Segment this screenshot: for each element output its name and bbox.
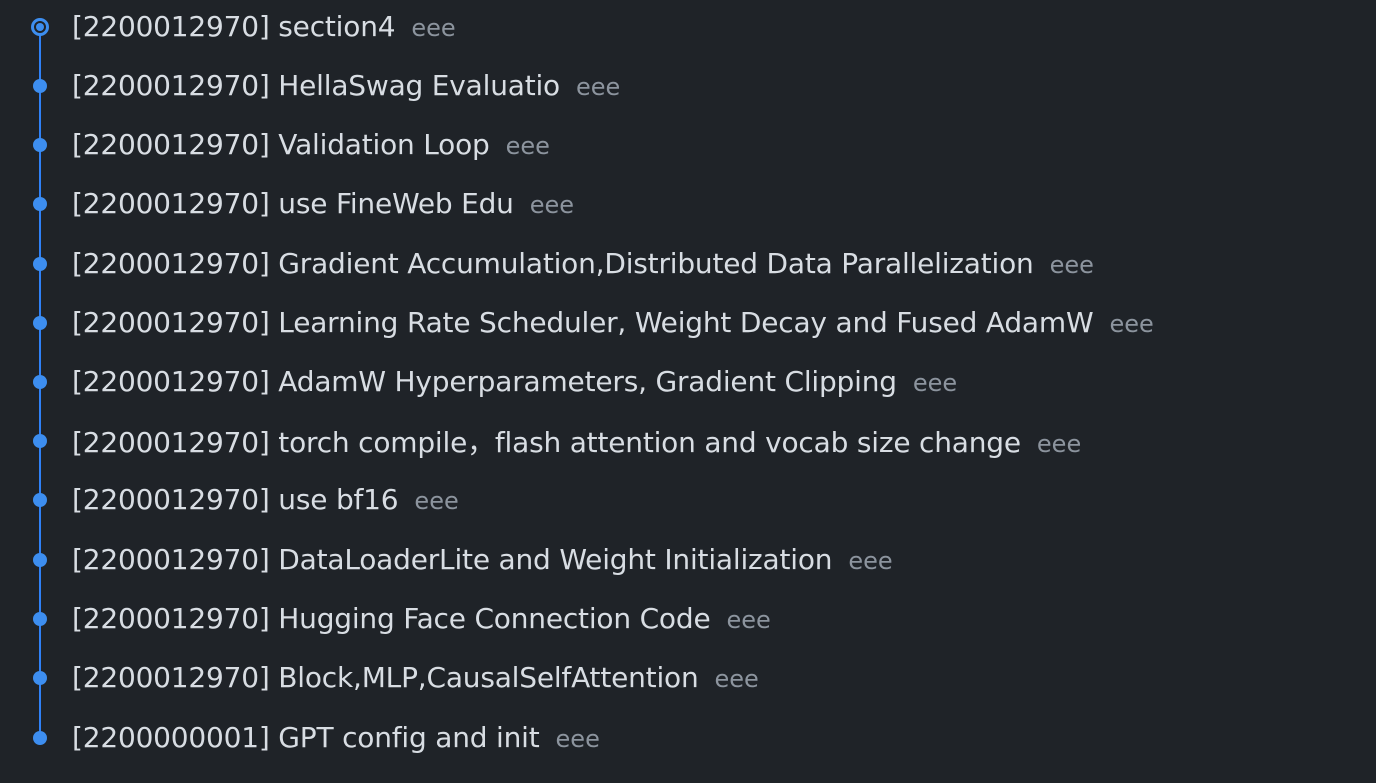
commit-author: eee bbox=[411, 14, 456, 42]
commit-node-icon bbox=[30, 313, 50, 333]
commit-node-icon bbox=[30, 550, 50, 570]
commit-message: [2200012970] HellaSwag Evaluatio bbox=[72, 69, 560, 102]
commit-author: eee bbox=[1036, 429, 1082, 458]
commit-node-icon bbox=[30, 431, 50, 451]
commit-message: [2200012970] Hugging Face Connection Cod… bbox=[72, 602, 711, 635]
commit-message: [2200012970] Validation Loop bbox=[72, 128, 490, 161]
commit-author: eee bbox=[1049, 251, 1094, 279]
commit-node-icon bbox=[30, 194, 50, 214]
commit-row[interactable]: [2200012970] use bf16 eee bbox=[0, 470, 1376, 529]
commit-author: eee bbox=[912, 369, 958, 397]
commit-author: eee bbox=[555, 725, 600, 753]
commit-graph: [2200012970] section4 eee [2200012970] H… bbox=[0, 0, 1376, 783]
commit-message: [2200012970] Block,MLP,CausalSelfAttenti… bbox=[72, 661, 699, 694]
commit-author: eee bbox=[714, 665, 759, 693]
commit-message: [2200012970] use bf16 bbox=[72, 483, 399, 516]
commit-node-icon bbox=[30, 135, 50, 155]
commit-node-icon bbox=[30, 372, 50, 392]
commit-node-icon bbox=[30, 76, 50, 96]
commit-row[interactable]: [2200012970] use FineWeb Edu eee bbox=[0, 174, 1376, 233]
commit-row[interactable]: [2200012970] Gradient Accumulation,Distr… bbox=[0, 234, 1376, 293]
commit-node-icon bbox=[30, 254, 50, 274]
commit-author: eee bbox=[726, 606, 771, 634]
commit-message: [2200012970] section4 bbox=[72, 10, 396, 43]
commit-row[interactable]: [2200012970] Hugging Face Connection Cod… bbox=[0, 589, 1376, 648]
commit-row[interactable]: [2200012970] HellaSwag Evaluatio eee bbox=[0, 56, 1376, 115]
commit-node-icon bbox=[30, 668, 50, 688]
commit-row[interactable]: [2200012970] section4 eee bbox=[0, 0, 1376, 56]
commit-message: [2200012970] DataLoaderLite and Weight I… bbox=[72, 543, 833, 576]
commit-node-icon bbox=[30, 728, 50, 748]
commit-row[interactable]: [2200012970] Validation Loop eee bbox=[0, 115, 1376, 174]
commit-message: [2200000001] GPT config and init bbox=[72, 721, 540, 754]
commit-node-icon bbox=[30, 609, 50, 629]
commit-author: eee bbox=[505, 132, 550, 160]
commit-author: eee bbox=[848, 547, 893, 575]
commit-row[interactable]: [2200012970] torch compile，flash attenti… bbox=[0, 411, 1376, 470]
commit-message: [2200012970] torch compile，flash attenti… bbox=[72, 425, 1021, 459]
commit-author: eee bbox=[414, 487, 459, 515]
commit-row[interactable]: [2200012970] DataLoaderLite and Weight I… bbox=[0, 530, 1376, 589]
commit-author: eee bbox=[1109, 310, 1154, 338]
commit-message: [2200012970] AdamW Hyperparameters, Grad… bbox=[72, 365, 897, 398]
commit-node-icon bbox=[30, 490, 50, 510]
commit-message: [2200012970] Learning Rate Scheduler, We… bbox=[72, 306, 1094, 339]
commit-row[interactable]: [2200012970] Block,MLP,CausalSelfAttenti… bbox=[0, 648, 1376, 707]
commit-author: eee bbox=[576, 73, 621, 101]
commit-author: eee bbox=[529, 191, 575, 219]
commit-message: [2200012970] Gradient Accumulation,Distr… bbox=[72, 247, 1034, 280]
commit-row[interactable]: [2200012970] AdamW Hyperparameters, Grad… bbox=[0, 352, 1376, 411]
commit-row[interactable]: [2200012970] Learning Rate Scheduler, We… bbox=[0, 293, 1376, 352]
commit-message: [2200012970] use FineWeb Edu bbox=[72, 187, 514, 220]
commit-node-head-icon bbox=[30, 17, 50, 37]
commit-row[interactable]: [2200000001] GPT config and init eee bbox=[0, 708, 1376, 767]
